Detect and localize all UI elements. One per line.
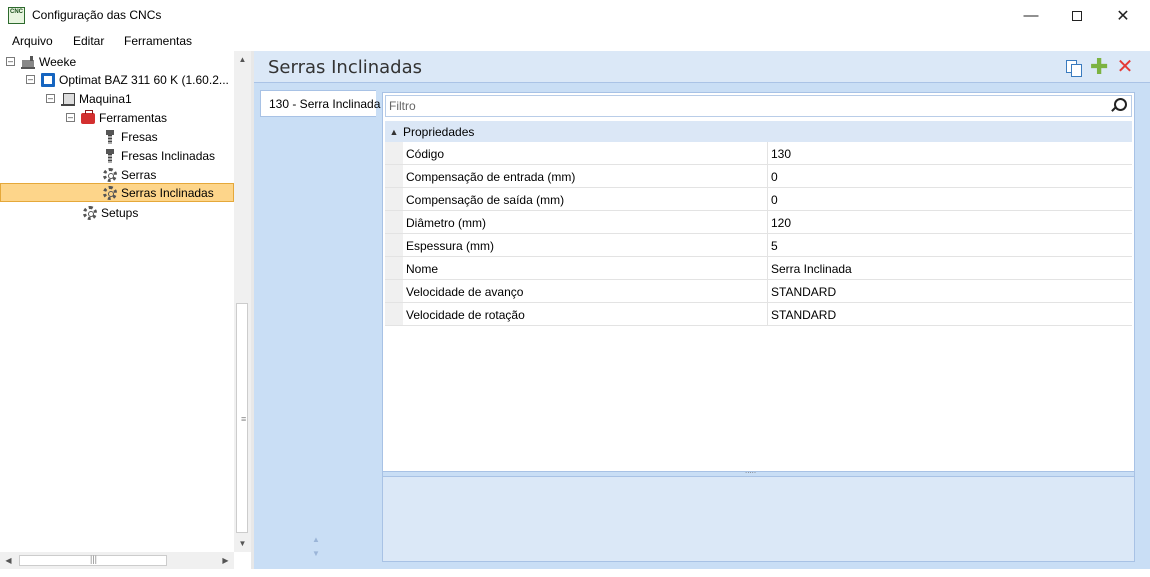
minimize-button[interactable]: — xyxy=(1008,0,1054,31)
collapse-icon[interactable]: – xyxy=(26,75,35,84)
scroll-up-icon[interactable]: ▲ xyxy=(234,51,251,68)
tree-node-weeke[interactable]: – Weeke xyxy=(6,52,76,71)
tree-node-setups[interactable]: Setups xyxy=(83,203,138,222)
menu-bar: Arquivo Editar Ferramentas xyxy=(0,31,1150,51)
property-row[interactable]: Diâmetro (mm) 120 xyxy=(385,211,1132,234)
property-name: Código xyxy=(403,142,768,164)
maximize-icon xyxy=(1072,10,1082,21)
gear-icon xyxy=(103,167,117,182)
category-row[interactable]: ▲ Propriedades xyxy=(385,121,1132,142)
close-icon: ✕ xyxy=(1116,7,1130,25)
property-grid: ▲ Propriedades Código 130 Compensação de… xyxy=(385,121,1132,326)
property-value[interactable]: STANDARD xyxy=(768,303,1132,325)
cnc-icon xyxy=(61,92,75,106)
tree-node-serras[interactable]: Serras xyxy=(103,165,156,184)
scroll-right-icon[interactable]: ▶ xyxy=(217,552,234,569)
collapse-icon[interactable]: – xyxy=(46,94,55,103)
list-scroll-arrows[interactable]: ▲ ▼ xyxy=(312,533,320,561)
filter-input[interactable] xyxy=(386,96,1086,116)
property-value[interactable]: 130 xyxy=(768,142,1132,164)
grip-icon: ..... xyxy=(745,466,757,475)
property-name: Diâmetro (mm) xyxy=(403,211,768,233)
property-row[interactable]: Nome Serra Inclinada xyxy=(385,257,1132,280)
window-title: Configuração das CNCs xyxy=(32,8,162,22)
tree-node-fresas-inclinadas[interactable]: Fresas Inclinadas xyxy=(103,146,215,165)
close-button[interactable]: ✕ xyxy=(1100,0,1146,31)
grip-icon: ≡ xyxy=(241,414,247,424)
tree-node-label: Optimat BAZ 311 60 K (1.60.2... xyxy=(59,72,229,87)
tree-node-label: Serras Inclinadas xyxy=(121,185,214,200)
title-bar: CNC Configuração das CNCs — ✕ xyxy=(0,0,1150,31)
copy-icon[interactable] xyxy=(1064,58,1082,77)
grip-icon: ||| xyxy=(90,554,98,564)
tree-node-maquina1[interactable]: – Maquina1 xyxy=(46,89,132,108)
property-name: Velocidade de avanço xyxy=(403,280,768,302)
scrollbar-thumb[interactable]: ||| xyxy=(19,554,167,566)
property-value[interactable]: STANDARD xyxy=(768,280,1132,302)
property-row[interactable]: Código 130 xyxy=(385,142,1132,165)
property-row[interactable]: Velocidade de avanço STANDARD xyxy=(385,280,1132,303)
property-editor: ▲ Propriedades Código 130 Compensação de… xyxy=(382,92,1135,562)
app-icon: CNC xyxy=(8,7,25,24)
scroll-down-icon[interactable]: ▼ xyxy=(234,535,251,552)
property-value[interactable]: 120 xyxy=(768,211,1132,233)
delete-icon[interactable]: ✕ xyxy=(1116,57,1134,77)
property-row[interactable]: Velocidade de rotação STANDARD xyxy=(385,303,1132,326)
property-row[interactable]: Espessura (mm) 5 xyxy=(385,234,1132,257)
property-name: Compensação de saída (mm) xyxy=(403,188,768,210)
property-name: Compensação de entrada (mm) xyxy=(403,165,768,187)
property-row[interactable]: Compensação de entrada (mm) 0 xyxy=(385,165,1132,188)
list-item[interactable]: 130 - Serra Inclinada xyxy=(260,90,380,117)
main-panel: Serras Inclinadas ✚ ✕ 130 - Serra Inclin… xyxy=(254,51,1150,569)
collapse-icon[interactable]: – xyxy=(6,57,15,66)
tree-panel: – Weeke – Optimat BAZ 311 60 K (1.60.2..… xyxy=(0,51,234,552)
tree-horizontal-scrollbar[interactable]: ◀ ||| ▶ xyxy=(0,552,234,569)
scrollbar-thumb[interactable]: ≡ xyxy=(236,303,248,533)
tree-node-label: Fresas Inclinadas xyxy=(121,148,216,163)
tree-node-label: Maquina1 xyxy=(79,91,132,106)
factory-icon xyxy=(21,55,35,69)
property-value[interactable]: 0 xyxy=(768,188,1132,210)
property-name: Nome xyxy=(403,257,768,279)
menu-editar[interactable]: Editar xyxy=(73,34,104,48)
filter-box xyxy=(385,95,1132,117)
drill-bit-icon xyxy=(103,148,117,163)
chevron-up-icon[interactable]: ▲ xyxy=(385,127,403,137)
gear-icon xyxy=(83,205,97,220)
property-name: Espessura (mm) xyxy=(403,234,768,256)
category-label: Propriedades xyxy=(403,124,475,139)
machine-icon xyxy=(41,72,55,87)
description-panel xyxy=(383,477,1134,561)
property-row[interactable]: Compensação de saída (mm) 0 xyxy=(385,188,1132,211)
property-value[interactable]: 0 xyxy=(768,165,1132,187)
tree-node-optimat[interactable]: – Optimat BAZ 311 60 K (1.60.2... xyxy=(26,70,229,89)
menu-ferramentas[interactable]: Ferramentas xyxy=(124,34,192,48)
tree-node-fresas[interactable]: Fresas xyxy=(103,127,158,146)
tree-node-label: Ferramentas xyxy=(99,110,168,125)
tree-node-ferramentas[interactable]: – Ferramentas xyxy=(66,108,167,127)
tree-node-serras-inclinadas[interactable]: Serras Inclinadas xyxy=(0,183,234,202)
menu-arquivo[interactable]: Arquivo xyxy=(12,34,53,48)
tree-node-label: Fresas xyxy=(121,129,158,144)
tree-node-label: Weeke xyxy=(39,54,77,69)
add-icon[interactable]: ✚ xyxy=(1090,56,1108,78)
property-value[interactable]: 5 xyxy=(768,234,1132,256)
property-value[interactable]: Serra Inclinada xyxy=(768,257,1132,279)
item-list: 130 - Serra Inclinada ▲ ▼ xyxy=(254,83,380,569)
minimize-icon: — xyxy=(1023,7,1039,24)
drill-bit-icon xyxy=(103,129,117,144)
property-name: Velocidade de rotação xyxy=(403,303,768,325)
page-title: Serras Inclinadas xyxy=(268,57,423,78)
tree-node-label: Setups xyxy=(101,205,139,220)
tree-vertical-scrollbar[interactable]: ▲ ≡ ▼ xyxy=(234,51,251,552)
toolbox-icon xyxy=(81,110,95,124)
content-area: 130 - Serra Inclinada ▲▼ ▲ Propriedades … xyxy=(254,82,1150,569)
gear-icon xyxy=(103,185,117,200)
maximize-button[interactable] xyxy=(1054,0,1100,31)
search-icon[interactable] xyxy=(1110,98,1127,114)
collapse-icon[interactable]: – xyxy=(66,113,75,122)
scroll-left-icon[interactable]: ◀ xyxy=(0,552,17,569)
tree-node-label: Serras xyxy=(121,167,157,182)
